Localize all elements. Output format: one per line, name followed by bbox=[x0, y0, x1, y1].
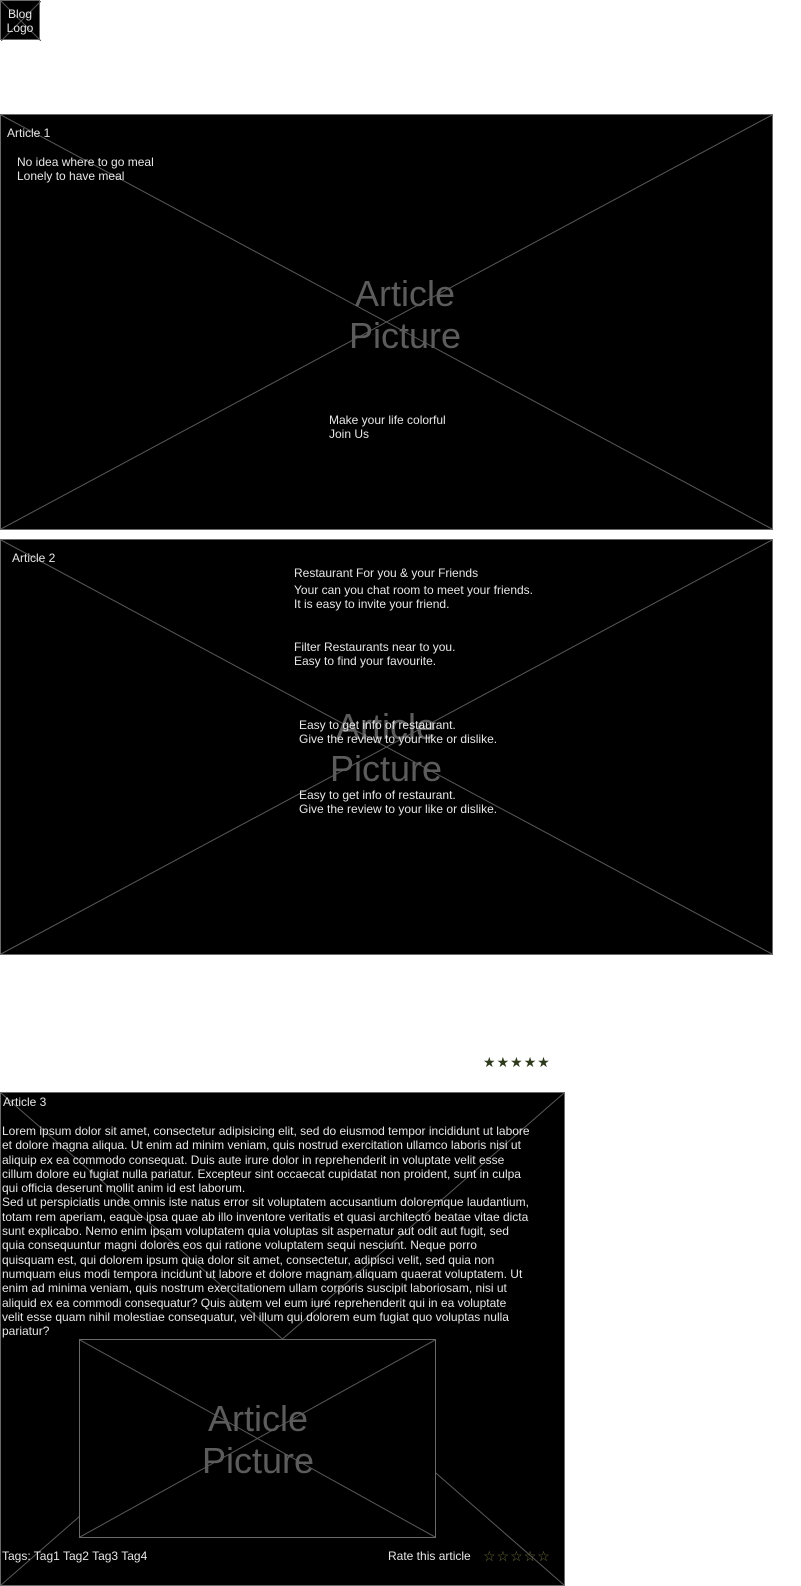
rating-top-star-icon-3[interactable]: ★ bbox=[510, 1054, 524, 1071]
article-2-feature1-line2: It is easy to invite your friend. bbox=[294, 597, 450, 611]
article-1-picture-label: Article Picture bbox=[348, 273, 462, 356]
article-1-tagline-line2: Lonely to have meal bbox=[17, 169, 125, 183]
logo-text: Blog Logo bbox=[6, 7, 34, 35]
article-3-picture-label: Article Picture bbox=[201, 1398, 315, 1481]
article-2-feature3-line1: Easy to get info of restaurant. bbox=[299, 718, 456, 732]
blog-logo[interactable]: Blog Logo bbox=[0, 0, 41, 41]
article-3-paragraph-2: Sed ut perspiciatis unde omnis iste natu… bbox=[2, 1195, 529, 1339]
rate-article-stars[interactable]: ☆☆☆☆☆ bbox=[483, 1548, 551, 1565]
article-1-join-link[interactable]: Join Us bbox=[329, 427, 369, 442]
rate-article-star-icon-2[interactable]: ☆ bbox=[497, 1548, 511, 1565]
article-1-title[interactable]: Article 1 bbox=[7, 126, 50, 141]
article-3-body: Lorem ipsum dolor sit amet, consectetur … bbox=[2, 1124, 530, 1338]
rate-article-star-icon-1[interactable]: ☆ bbox=[483, 1548, 497, 1565]
article-3-inner-picture: Article Picture bbox=[79, 1339, 436, 1538]
rate-article-star-icon-5[interactable]: ☆ bbox=[537, 1548, 551, 1565]
rating-top-star-icon-1[interactable]: ★ bbox=[483, 1054, 497, 1071]
article-1-tagline-line1: No idea where to go meal bbox=[17, 155, 154, 169]
article-2-feature3-line2: Give the review to your like or dislike. bbox=[299, 732, 498, 746]
rating-top-star-icon-5[interactable]: ★ bbox=[537, 1054, 551, 1071]
article-2-feature1-line1: Your can you chat room to meet your frie… bbox=[294, 583, 534, 597]
article-2-heading: Restaurant For you & your Friends bbox=[294, 566, 479, 580]
article-3-paragraph-1: Lorem ipsum dolor sit amet, consectetur … bbox=[2, 1124, 530, 1196]
rate-article-star-icon-3[interactable]: ☆ bbox=[510, 1548, 524, 1565]
rating-stars-top[interactable]: ★★★★★ bbox=[483, 1054, 551, 1071]
rate-article-label: Rate this article bbox=[388, 1549, 471, 1563]
article-3-tags[interactable]: Tags: Tag1 Tag2 Tag3 Tag4 bbox=[2, 1549, 147, 1564]
rating-top-star-icon-4[interactable]: ★ bbox=[524, 1054, 538, 1071]
article-1-card[interactable]: Article Picture Article 1 No idea where … bbox=[0, 114, 773, 530]
rating-top-star-icon-2[interactable]: ★ bbox=[497, 1054, 511, 1071]
rate-article-star-icon-4[interactable]: ☆ bbox=[524, 1548, 538, 1565]
article-2-card[interactable]: Article Picture Article 2 Restaurant For… bbox=[0, 539, 773, 955]
article-3-title[interactable]: Article 3 bbox=[3, 1095, 46, 1110]
article-2-feature2-line1: Filter Restaurants near to you. bbox=[294, 640, 456, 654]
article-2-feature4-line2: Give the review to your like or dislike. bbox=[299, 802, 498, 816]
article-2-title[interactable]: Article 2 bbox=[12, 551, 55, 566]
article-2-feature4-line1: Easy to get info of restaurant. bbox=[299, 788, 456, 802]
article-1-cta-line1: Make your life colorful bbox=[329, 413, 446, 427]
article-2-feature2-line2: Easy to find your favourite. bbox=[294, 654, 437, 668]
